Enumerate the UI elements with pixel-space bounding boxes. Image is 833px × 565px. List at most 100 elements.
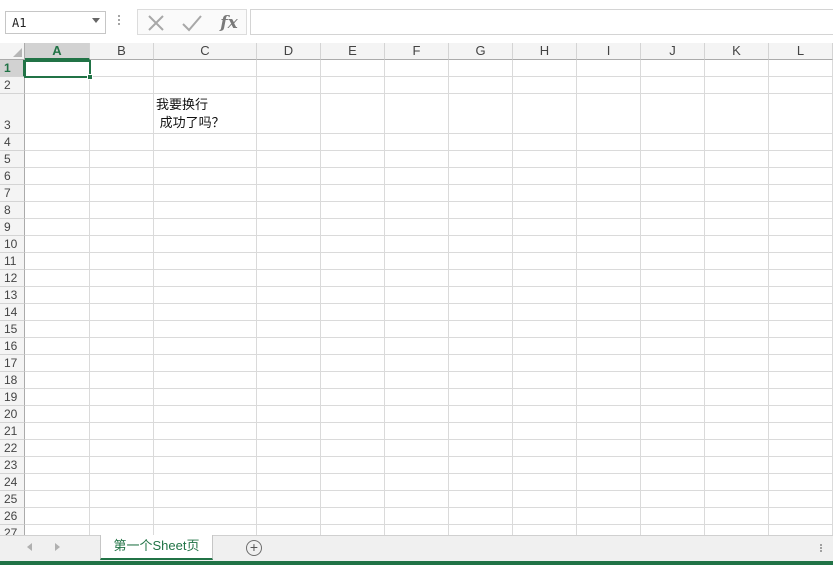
cell-f25[interactable]: [385, 491, 449, 508]
cell-e19[interactable]: [321, 389, 385, 406]
cell-i6[interactable]: [577, 168, 641, 185]
cell-h19[interactable]: [513, 389, 577, 406]
cell-h6[interactable]: [513, 168, 577, 185]
row-header-10[interactable]: 10: [0, 236, 25, 253]
cell-l19[interactable]: [769, 389, 833, 406]
row-header-22[interactable]: 22: [0, 440, 25, 457]
cell-g4[interactable]: [449, 134, 513, 151]
cell-h26[interactable]: [513, 508, 577, 525]
row-header-3[interactable]: 3: [0, 94, 25, 134]
row-header-2[interactable]: 2: [0, 77, 25, 94]
cell-i12[interactable]: [577, 270, 641, 287]
cell-l25[interactable]: [769, 491, 833, 508]
cell-j14[interactable]: [641, 304, 705, 321]
cell-i20[interactable]: [577, 406, 641, 423]
cell-h23[interactable]: [513, 457, 577, 474]
cell-c5[interactable]: [154, 151, 257, 168]
cell-e15[interactable]: [321, 321, 385, 338]
cell-i11[interactable]: [577, 253, 641, 270]
cell-h3[interactable]: [513, 94, 577, 134]
cell-j12[interactable]: [641, 270, 705, 287]
cell-l27[interactable]: [769, 525, 833, 535]
select-all-corner[interactable]: [0, 43, 25, 60]
row-header-4[interactable]: 4: [0, 134, 25, 151]
cell-k11[interactable]: [705, 253, 769, 270]
cell-e8[interactable]: [321, 202, 385, 219]
cell-f20[interactable]: [385, 406, 449, 423]
cell-j10[interactable]: [641, 236, 705, 253]
cell-a16[interactable]: [25, 338, 90, 355]
cell-d4[interactable]: [257, 134, 321, 151]
cell-i4[interactable]: [577, 134, 641, 151]
cell-b26[interactable]: [90, 508, 154, 525]
cell-g8[interactable]: [449, 202, 513, 219]
cell-h12[interactable]: [513, 270, 577, 287]
cell-g23[interactable]: [449, 457, 513, 474]
cell-k4[interactable]: [705, 134, 769, 151]
cell-l14[interactable]: [769, 304, 833, 321]
cell-c10[interactable]: [154, 236, 257, 253]
cell-f19[interactable]: [385, 389, 449, 406]
cell-k3[interactable]: [705, 94, 769, 134]
cell-i19[interactable]: [577, 389, 641, 406]
cell-g5[interactable]: [449, 151, 513, 168]
cell-e26[interactable]: [321, 508, 385, 525]
cell-d26[interactable]: [257, 508, 321, 525]
cell-b19[interactable]: [90, 389, 154, 406]
cell-k1[interactable]: [705, 60, 769, 77]
cell-e2[interactable]: [321, 77, 385, 94]
cell-e12[interactable]: [321, 270, 385, 287]
cell-a10[interactable]: [25, 236, 90, 253]
cell-l8[interactable]: [769, 202, 833, 219]
cell-g12[interactable]: [449, 270, 513, 287]
cell-l26[interactable]: [769, 508, 833, 525]
cell-e10[interactable]: [321, 236, 385, 253]
cell-l9[interactable]: [769, 219, 833, 236]
cell-l4[interactable]: [769, 134, 833, 151]
formula-input[interactable]: [250, 9, 833, 35]
cell-d21[interactable]: [257, 423, 321, 440]
cell-h9[interactable]: [513, 219, 577, 236]
cell-c22[interactable]: [154, 440, 257, 457]
name-box[interactable]: A1: [5, 11, 106, 34]
cell-i1[interactable]: [577, 60, 641, 77]
cell-e1[interactable]: [321, 60, 385, 77]
cell-d5[interactable]: [257, 151, 321, 168]
cell-a3[interactable]: [25, 94, 90, 134]
cell-a13[interactable]: [25, 287, 90, 304]
cell-g17[interactable]: [449, 355, 513, 372]
cell-h14[interactable]: [513, 304, 577, 321]
cell-c21[interactable]: [154, 423, 257, 440]
column-header-g[interactable]: G: [449, 43, 513, 60]
cell-l12[interactable]: [769, 270, 833, 287]
row-header-13[interactable]: 13: [0, 287, 25, 304]
column-header-l[interactable]: L: [769, 43, 833, 60]
cell-h4[interactable]: [513, 134, 577, 151]
cell-g21[interactable]: [449, 423, 513, 440]
cell-k20[interactable]: [705, 406, 769, 423]
cell-g22[interactable]: [449, 440, 513, 457]
cell-j26[interactable]: [641, 508, 705, 525]
cell-e18[interactable]: [321, 372, 385, 389]
cell-l5[interactable]: [769, 151, 833, 168]
cell-g19[interactable]: [449, 389, 513, 406]
cell-l23[interactable]: [769, 457, 833, 474]
cell-k7[interactable]: [705, 185, 769, 202]
cell-d3[interactable]: [257, 94, 321, 134]
cell-k14[interactable]: [705, 304, 769, 321]
cell-d17[interactable]: [257, 355, 321, 372]
cell-a17[interactable]: [25, 355, 90, 372]
cell-c25[interactable]: [154, 491, 257, 508]
cell-d15[interactable]: [257, 321, 321, 338]
enter-check-icon[interactable]: [178, 12, 206, 34]
cell-a5[interactable]: [25, 151, 90, 168]
cell-c8[interactable]: [154, 202, 257, 219]
cell-f8[interactable]: [385, 202, 449, 219]
cell-d20[interactable]: [257, 406, 321, 423]
cell-e27[interactable]: [321, 525, 385, 535]
cell-f23[interactable]: [385, 457, 449, 474]
cell-a23[interactable]: [25, 457, 90, 474]
cell-i23[interactable]: [577, 457, 641, 474]
cell-d25[interactable]: [257, 491, 321, 508]
cell-l21[interactable]: [769, 423, 833, 440]
